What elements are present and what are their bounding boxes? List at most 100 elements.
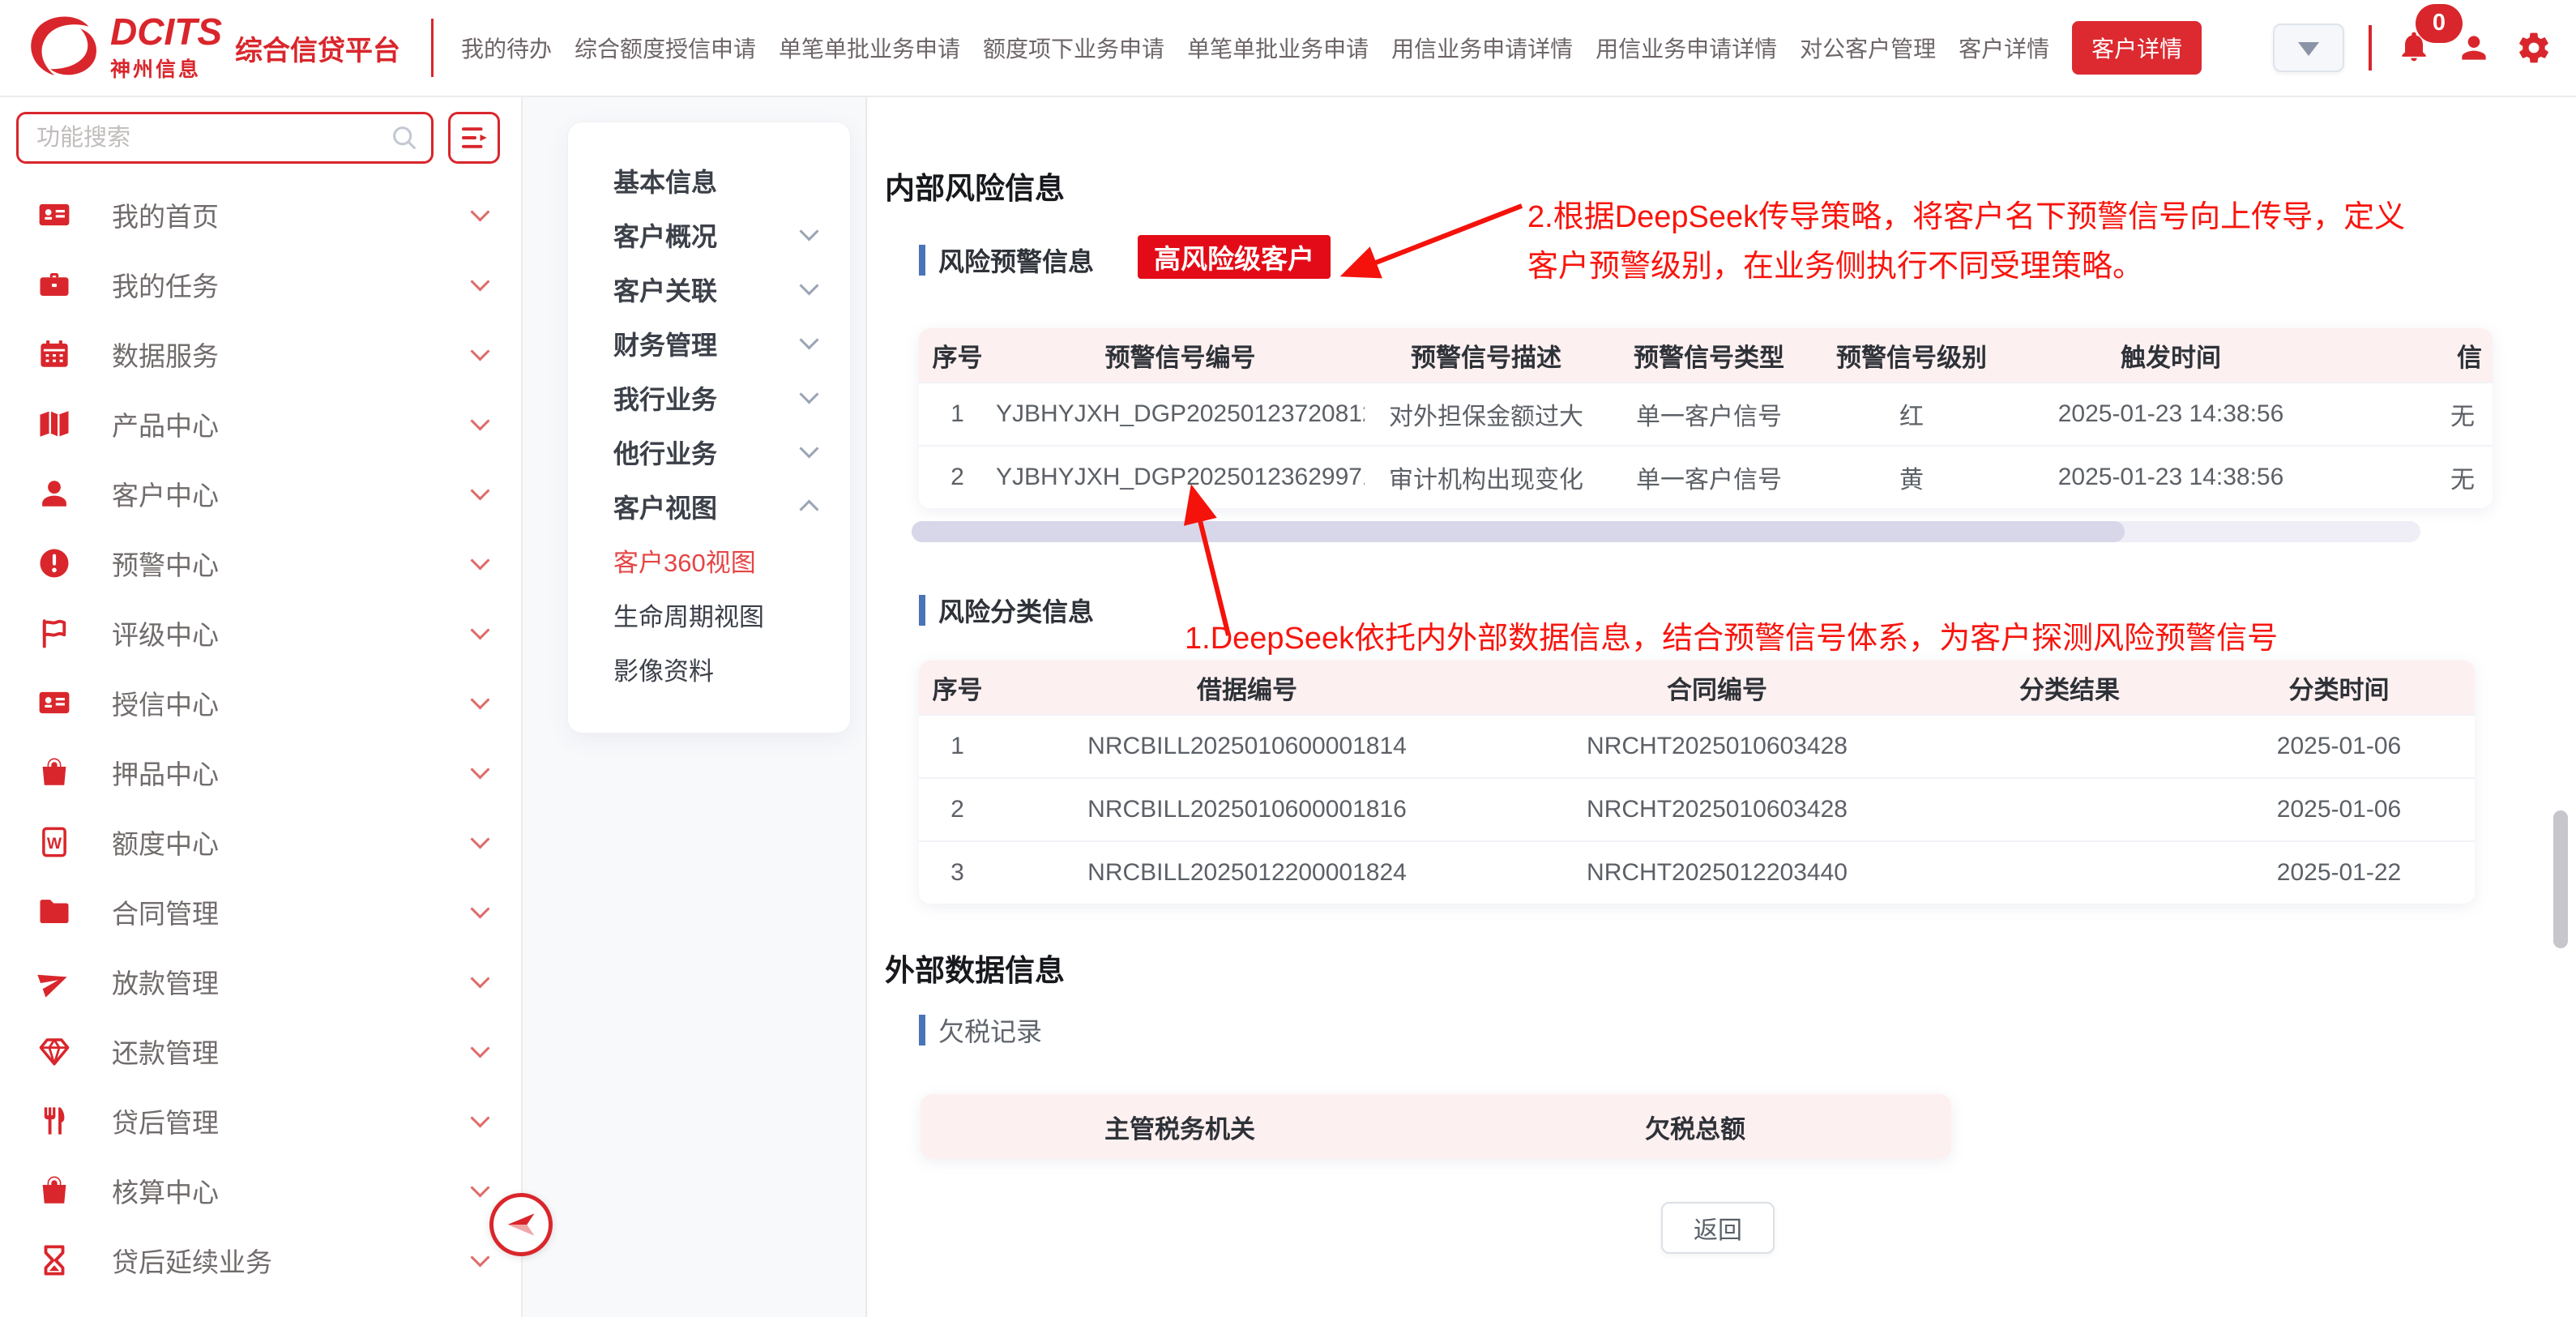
table-row[interactable]: 2 NRCBILL2025010600001816 NRCHT202501060… [919, 777, 2475, 840]
nav-item-corp-customer[interactable]: 对公客户管理 [1800, 32, 1936, 64]
column-header: 分类结果 [1936, 669, 2203, 706]
sidebar-item-disbursement-mgmt[interactable]: 放款管理 [0, 947, 521, 1016]
bag-icon [37, 755, 71, 789]
submenu-label: 客户关联 [613, 271, 717, 308]
submenu-item-basic-info[interactable]: 基本信息 [613, 153, 816, 207]
header-actions: 0 [2273, 24, 2552, 72]
sidebar-item-customer-center[interactable]: 客户中心 [0, 459, 521, 528]
submenu-item-image-files[interactable]: 影像资料 [613, 642, 816, 696]
submenu-item-lifecycle-view[interactable]: 生命周期视图 [613, 588, 816, 642]
back-button[interactable]: 返回 [1661, 1202, 1775, 1254]
header-divider [431, 19, 434, 77]
chevron-down-icon [470, 272, 489, 291]
sidebar-item-label: 额度中心 [112, 823, 219, 862]
chevron-down-icon [799, 438, 818, 458]
sidebar-item-label: 预警中心 [112, 544, 219, 583]
column-header: 触发时间 [2013, 337, 2329, 374]
submenu-item-customer-relation[interactable]: 客户关联 [613, 262, 816, 316]
submenu-item-customer-overview[interactable]: 客户概况 [613, 207, 816, 262]
column-header: 预警信号编号 [996, 337, 1365, 374]
sidebar-item-accounting-center[interactable]: 核算中心 [0, 1156, 521, 1225]
horizontal-scrollbar-track[interactable] [912, 521, 2420, 542]
nav-item-quota-apply[interactable]: 额度项下业务申请 [983, 32, 1164, 64]
submenu-item-our-bank-business[interactable]: 我行业务 [613, 370, 816, 425]
chevron-down-icon [470, 550, 489, 570]
sidebar-item-rating-center[interactable]: 评级中心 [0, 598, 521, 668]
chevron-down-icon [799, 330, 818, 349]
sidebar-item-credit-center[interactable]: 授信中心 [0, 668, 521, 738]
left-sidebar: 我的首页 我的任务 数据服务 [0, 97, 523, 1317]
subsection-title: 风险分类信息 [938, 592, 1094, 629]
table-row[interactable]: 2 YJBHYJXH_DGP20250123629971... 审计机构出现变化… [919, 445, 2493, 508]
horizontal-scrollbar-thumb[interactable] [912, 521, 2125, 542]
search-icon [391, 124, 418, 152]
alert-circle-icon [37, 546, 71, 580]
sidebar-item-post-loan-mgmt[interactable]: 贷后管理 [0, 1086, 521, 1156]
gear-icon[interactable] [2516, 30, 2552, 66]
nav-tab-customer-detail-active[interactable]: 客户详情 [2072, 21, 2202, 75]
chevron-down-icon [470, 1108, 489, 1127]
submenu-item-customer-view[interactable]: 客户视图 [613, 479, 816, 533]
user-profile-icon[interactable] [2456, 30, 2492, 66]
submenu-label: 财务管理 [613, 325, 717, 362]
nav-item-single-batch-2[interactable]: 单笔单批业务申请 [1187, 32, 1369, 64]
sidebar-item-label: 贷后管理 [112, 1101, 219, 1140]
search-input[interactable] [36, 125, 391, 152]
cell-contract-no: NRCHT2025012203440 [1498, 859, 1936, 887]
sidebar-item-label: 客户中心 [112, 474, 219, 513]
paper-plane-icon [37, 964, 71, 998]
sidebar-item-loan-continuation[interactable]: 贷后延续业务 [0, 1225, 521, 1295]
table-row[interactable]: 1 YJBHYJXH_DGP20250123720812... 对外担保金额过大… [919, 382, 2493, 445]
sidebar-item-my-home[interactable]: 我的首页 [0, 180, 521, 250]
sidebar-item-label: 放款管理 [112, 962, 219, 1001]
cell-clipped: 无 [2329, 460, 2493, 495]
vertical-scrollbar-thumb[interactable] [2553, 810, 2568, 948]
id-card-icon [37, 686, 71, 720]
submenu-item-finance-mgmt[interactable]: 财务管理 [613, 316, 816, 370]
sidebar-item-contract-mgmt[interactable]: 合同管理 [0, 877, 521, 947]
chevron-down-icon [799, 276, 818, 295]
submenu-label: 他行业务 [613, 434, 717, 471]
chevron-down-icon [470, 1038, 489, 1058]
submenu-item-other-bank-business[interactable]: 他行业务 [613, 425, 816, 479]
tab-dropdown-button[interactable] [2273, 24, 2344, 72]
sidebar-item-my-tasks[interactable]: 我的任务 [0, 250, 521, 319]
folder-icon [37, 895, 71, 929]
cell-bill-no: NRCBILL2025010600001816 [996, 796, 1498, 823]
chevron-down-icon [470, 829, 489, 849]
chevron-down-icon [470, 341, 489, 361]
nav-item-single-batch-1[interactable]: 单笔单批业务申请 [779, 32, 960, 64]
nav-item-credit-apply[interactable]: 综合额度授信申请 [575, 32, 756, 64]
subsection-title: 风险预警信息 [938, 242, 1094, 279]
nav-item-customer-detail[interactable]: 客户详情 [1959, 32, 2049, 64]
sidebar-item-label: 贷后延续业务 [112, 1241, 272, 1280]
notification-count-badge: 0 [2416, 4, 2463, 43]
sidebar-item-warning-center[interactable]: 预警中心 [0, 528, 521, 598]
notifications-button[interactable]: 0 [2396, 28, 2432, 68]
flag-icon [37, 616, 71, 650]
column-header: 借据编号 [996, 669, 1498, 706]
gem-icon [37, 1034, 71, 1068]
table-row[interactable]: 1 NRCBILL2025010600001814 NRCHT202501060… [919, 714, 2475, 777]
submenu-label: 客户视图 [613, 488, 717, 525]
sidebar-item-collateral-center[interactable]: 押品中心 [0, 738, 521, 807]
nav-item-my-todo[interactable]: 我的待办 [461, 32, 552, 64]
sidebar-item-quota-center[interactable]: W 额度中心 [0, 807, 521, 877]
nav-item-loan-detail-2[interactable]: 用信业务申请详情 [1596, 32, 1777, 64]
chevron-up-icon [799, 499, 818, 519]
cell-signal-type: 单一客户信号 [1608, 396, 1810, 432]
sidebar-collapse-button[interactable] [489, 1193, 553, 1256]
sidebar-item-product-center[interactable]: 产品中心 [0, 389, 521, 459]
menu-toggle-button[interactable] [448, 112, 500, 164]
cell-classify-time: 2025-01-06 [2203, 733, 2475, 760]
table-row[interactable]: 3 NRCBILL2025012200001824 NRCHT202501220… [919, 840, 2475, 904]
sidebar-menu: 我的首页 我的任务 数据服务 [0, 180, 521, 1295]
nav-item-loan-detail-1[interactable]: 用信业务申请详情 [1391, 32, 1573, 64]
arrow-left-icon [503, 1207, 539, 1242]
submenu-item-customer-360-view[interactable]: 客户360视图 [613, 533, 816, 588]
chevron-down-icon [470, 899, 489, 918]
sidebar-item-repayment-mgmt[interactable]: 还款管理 [0, 1016, 521, 1086]
cell-index: 2 [919, 464, 996, 491]
sidebar-item-data-service[interactable]: 数据服务 [0, 319, 521, 389]
chevron-down-icon [470, 690, 489, 709]
